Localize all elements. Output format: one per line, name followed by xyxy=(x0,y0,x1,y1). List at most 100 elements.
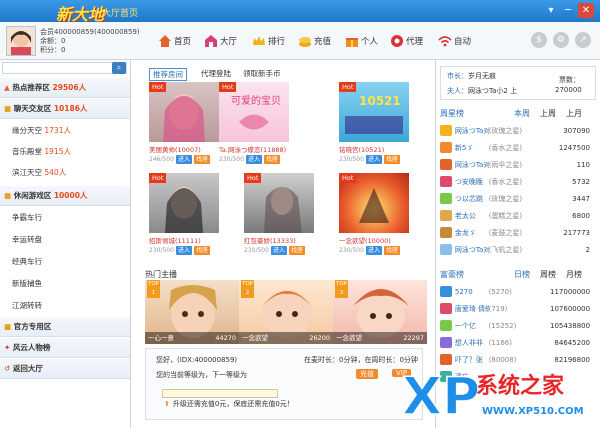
coins-icon xyxy=(299,37,311,47)
category-games[interactable]: ■ 休闲游戏区 10000人 xyxy=(0,186,130,206)
enter-button[interactable]: 进入 xyxy=(270,246,287,255)
enter-button[interactable]: 进入 xyxy=(365,155,382,164)
list-item[interactable]: 网泳つTa对 (飞机之星) 2 xyxy=(440,242,590,257)
rank-id: (719) xyxy=(488,304,508,313)
host-card[interactable]: TOP 2 一念欲望 26200 xyxy=(239,280,333,344)
category-chat[interactable]: ■ 聊天交友区 10186人 xyxy=(0,99,130,119)
rank-value: 3447 xyxy=(572,194,590,203)
sidebar-item-game[interactable]: 幸运转盘 xyxy=(12,232,42,248)
room-thumbnail[interactable]: Hot xyxy=(339,173,409,233)
hall-home-link[interactable]: 大厅首页 xyxy=(102,6,138,19)
sidebar-item-chat[interactable]: 音乐殿堂 1915人 xyxy=(12,144,71,160)
sidebar-item-chat[interactable]: 滨江天空 540人 xyxy=(12,165,66,181)
list-item[interactable]: つ以芯跳 (玫瑰之星) 3447 xyxy=(440,191,590,206)
nav-agent[interactable]: 代理 xyxy=(390,34,423,48)
list-item[interactable]: 网泳つTa对 (雨伞之星) 110 xyxy=(440,157,590,172)
category-hot[interactable]: ▲ 热点推荐区 29506人 xyxy=(0,78,130,98)
room-thumbnail[interactable]: 10521 Hot xyxy=(339,82,409,142)
watermark-brand: 系统之家 xyxy=(476,374,565,399)
skin-icon[interactable]: ▾ xyxy=(543,3,559,18)
category-celebrity[interactable]: ✦ 风云人物榜 xyxy=(0,338,130,358)
rank-name: 金龙ゞ xyxy=(454,228,476,237)
sidebar-item-game[interactable]: 新版捕鱼 xyxy=(12,276,42,292)
greeting-text: 您好，(IDX:400000859) xyxy=(156,356,238,364)
room-thumbnail[interactable]: 可爱的宝贝 Hot xyxy=(219,82,289,142)
tab-last-month[interactable]: 上月 xyxy=(566,108,582,119)
nav-hall[interactable]: 大厅 xyxy=(204,34,237,48)
room-count: 230/500 xyxy=(219,156,244,163)
room-thumbnail[interactable]: Hot xyxy=(244,173,314,233)
rank-1-icon xyxy=(440,286,452,297)
room-name: 美丽黄帅(10007) xyxy=(149,146,201,154)
nav-recharge[interactable]: 充值 xyxy=(298,34,331,48)
nav-auto[interactable]: 自动 xyxy=(438,34,471,48)
rank-value: 6800 xyxy=(572,211,590,220)
perfume-icon xyxy=(440,176,452,187)
sidebar-item-chat[interactable]: 缘分天空 1731人 xyxy=(12,123,71,139)
category-official[interactable]: ■ 官方专用区 xyxy=(0,317,130,337)
room-card[interactable]: Hot 红包豪娇(13333) 230/500 进入 找座 xyxy=(244,173,314,257)
nav-personal[interactable]: 个人 xyxy=(345,34,378,48)
room-thumbnail[interactable]: Hot xyxy=(149,173,219,233)
room-card[interactable]: Hot 招斯倾城(11111) 230/500 进入 找座 xyxy=(149,173,219,257)
category-back[interactable]: ↺ 返回大厅 xyxy=(0,359,130,379)
category-celebrity-label: 风云人物榜 xyxy=(12,343,51,352)
tab-monthly[interactable]: 月榜 xyxy=(566,269,582,280)
close-icon[interactable]: ✕ xyxy=(578,3,594,18)
tab-newbie-coins[interactable]: 领取新手币 xyxy=(243,68,281,79)
room-card[interactable]: Hot 一念欲望(10000) 230/500 进入 找座 xyxy=(339,173,409,257)
rank-id: (1166) xyxy=(488,338,512,347)
list-item[interactable]: 5270 (5270) 117000000 xyxy=(440,284,590,299)
seat-button[interactable]: 找座 xyxy=(263,155,280,164)
list-item[interactable]: 老太公 (蛋糕之星) 6800 xyxy=(440,208,590,223)
sidebar-item-game[interactable]: 争霸车行 xyxy=(12,210,42,226)
list-item[interactable]: 唐爱琦 倩蝶 (719) 107600000 xyxy=(440,301,590,316)
list-item[interactable]: 想人非非 (1166) 84645200 xyxy=(440,335,590,350)
seat-button[interactable]: 找座 xyxy=(383,155,400,164)
tab-recommended[interactable]: 推荐房间 xyxy=(149,68,187,81)
list-item[interactable]: 一个亿 (15252) 105438800 xyxy=(440,318,590,333)
enter-button[interactable]: 进入 xyxy=(175,155,192,164)
sidebar-item-count: 1731人 xyxy=(44,126,71,135)
sidebar-item-game[interactable]: 经典车行 xyxy=(12,254,42,270)
seat-button[interactable]: 找座 xyxy=(193,155,210,164)
nav-home[interactable]: 首页 xyxy=(158,34,191,48)
list-item[interactable]: 新5ゞ (香水之星) 1247500 xyxy=(440,140,590,155)
tab-weekly[interactable]: 周榜 xyxy=(540,269,556,280)
tab-this-week[interactable]: 本周 xyxy=(514,108,530,119)
sidebar-item-game[interactable]: 江湖转转 xyxy=(12,298,42,314)
home-icon xyxy=(159,35,171,47)
tab-last-week[interactable]: 上周 xyxy=(540,108,556,119)
list-item[interactable]: 金龙ゞ (麦鼓之星) 217773 xyxy=(440,225,590,240)
currency-icon[interactable]: $ xyxy=(531,32,547,48)
room-card[interactable]: Hot 美丽黄帅(10007) 246/500 进入 找座 xyxy=(149,82,219,166)
seat-button[interactable]: 找座 xyxy=(193,246,210,255)
room-card[interactable]: 可爱的宝贝 Hot Ta.网泳つ蝶恋(11888) 230/500 进入 找座 xyxy=(219,82,289,166)
search-icon[interactable]: ⌕ xyxy=(112,62,126,74)
enter-button[interactable]: 进入 xyxy=(245,155,262,164)
room-thumbnail[interactable]: Hot xyxy=(149,82,219,142)
enter-button[interactable]: 进入 xyxy=(365,246,382,255)
hot-badge: Hot xyxy=(339,82,357,92)
enter-button[interactable]: 进入 xyxy=(175,246,192,255)
tab-daily[interactable]: 日榜 xyxy=(514,269,530,280)
room-banner: 10521 xyxy=(359,94,401,108)
recharge-button[interactable]: 充值 xyxy=(356,369,378,379)
list-item[interactable]: つ安晚晚 (香水之星) 5732 xyxy=(440,174,590,189)
tab-agent-login[interactable]: 代理登陆 xyxy=(201,68,231,79)
room-banner: 可爱的宝贝 xyxy=(231,96,281,107)
nav-ranking[interactable]: 排行 xyxy=(252,34,285,48)
list-item[interactable]: 网泳つTa对 (玫瑰之星) 307090 xyxy=(440,123,590,138)
search-input[interactable]: ⌕ xyxy=(2,62,127,74)
seat-button[interactable]: 找座 xyxy=(288,246,305,255)
share-icon[interactable]: ↗ xyxy=(575,32,591,48)
avatar[interactable] xyxy=(6,26,36,56)
seat-button[interactable]: 找座 xyxy=(383,246,400,255)
rank-name: 一个亿 xyxy=(454,321,476,330)
room-card[interactable]: 10521 Hot 铭晓宫(10521) 230/500 进入 找座 xyxy=(339,82,409,166)
host-card[interactable]: TOP 1 一心一意 44270 xyxy=(145,280,239,344)
minimize-icon[interactable]: ─ xyxy=(560,3,576,18)
host-card[interactable]: TOP 3 一念欲望 22297 xyxy=(333,280,427,344)
rank-star: (雨伞之星) xyxy=(488,160,523,169)
gear-icon[interactable]: ⚙ xyxy=(553,32,569,48)
